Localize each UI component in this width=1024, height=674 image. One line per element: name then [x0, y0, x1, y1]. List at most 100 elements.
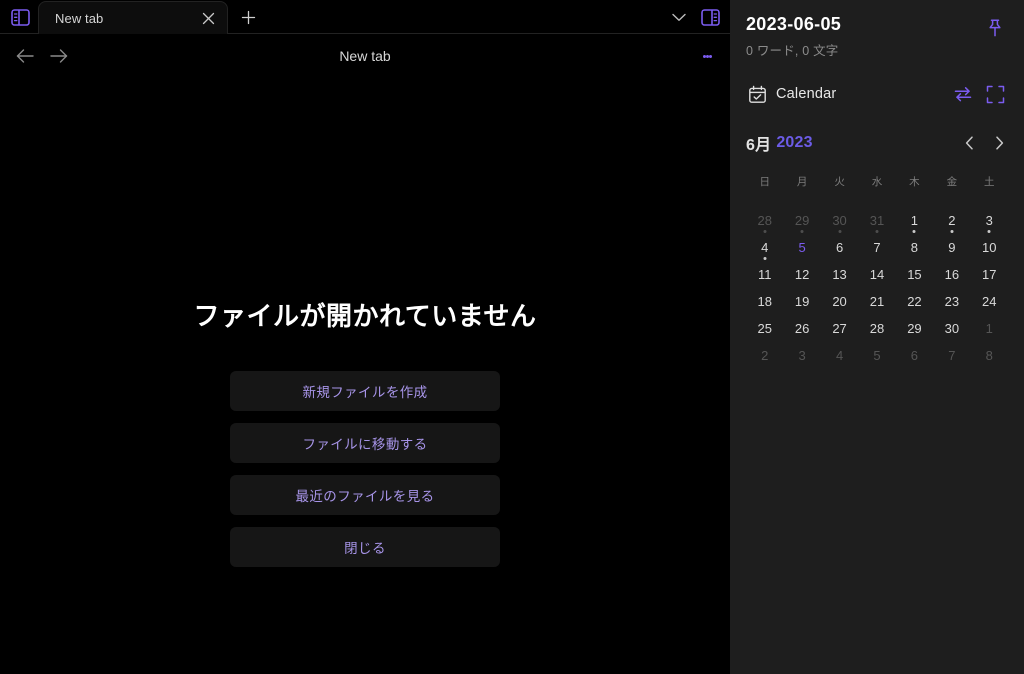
calendar-weekday: 月 [796, 175, 808, 188]
calendar-day-cell[interactable]: 27 [821, 315, 858, 342]
calendar-month-label: 6月 [746, 137, 772, 154]
expand-icon[interactable] [982, 81, 1008, 107]
calendar-day-cell[interactable]: 28 [746, 207, 783, 234]
calendar-day-number: 1 [910, 213, 919, 228]
calendar-day-cell[interactable]: 13 [821, 261, 858, 288]
calendar-day-cell[interactable]: 5 [858, 342, 895, 369]
calendar-day-cell[interactable]: 29 [896, 315, 933, 342]
calendar-day-number: 24 [982, 294, 997, 309]
calendar-day-number: 16 [944, 267, 960, 282]
chevron-left-icon[interactable] [960, 132, 978, 154]
calendar-day-cell[interactable]: 1 [896, 207, 933, 234]
calendar-day-cell[interactable]: 6 [896, 342, 933, 369]
calendar-day-cell[interactable]: 21 [858, 288, 895, 315]
calendar-day-dot [987, 230, 991, 233]
calendar-weekday: 金 [946, 175, 958, 188]
calendar-day-number: 11 [757, 267, 772, 282]
calendar-day-cell[interactable]: 6 [821, 234, 858, 261]
arrow-right-icon[interactable] [42, 39, 76, 73]
side-panel-header: 2023-06-05 0 ワード, 0 文字 [746, 14, 1008, 59]
go-to-file-button[interactable]: ファイルに移動する [230, 423, 500, 463]
calendar-day-cell[interactable]: 10 [971, 234, 1008, 261]
calendar-day-cell[interactable]: 9 [933, 234, 970, 261]
tab-title: New tab [55, 10, 104, 26]
calendar-nav [960, 132, 1008, 154]
calendar-day-cell[interactable]: 28 [858, 315, 895, 342]
calendar-day-cell[interactable]: 30 [933, 315, 970, 342]
calendar-year-label: 2023 [776, 134, 813, 151]
editor-toolbar: New tab [0, 34, 730, 78]
calendar-weekday: 土 [984, 175, 995, 188]
document-title: New tab [339, 48, 391, 64]
empty-state: ファイルが開かれていません 新規ファイルを作成 ファイルに移動する 最近のファイ… [0, 296, 730, 579]
calendar-day-cell[interactable]: 30 [821, 207, 858, 234]
side-panel-header-text: 2023-06-05 0 ワード, 0 文字 [746, 14, 982, 59]
calendar-day-cell[interactable]: 7 [933, 342, 970, 369]
calendar-day-cell[interactable]: 22 [896, 288, 933, 315]
browser-tab[interactable]: New tab [38, 1, 228, 34]
close-icon[interactable] [197, 7, 219, 29]
calendar-day-number: 10 [982, 240, 997, 255]
calendar-day-number: 20 [832, 294, 847, 309]
calendar-day-cell[interactable]: 25 [746, 315, 783, 342]
calendar-day-number: 22 [907, 294, 922, 309]
calendar-day-cell[interactable]: 15 [896, 261, 933, 288]
calendar-day-cell[interactable]: 8 [896, 234, 933, 261]
calendar-day-dot [763, 257, 767, 260]
calendar-day-cell[interactable]: 7 [858, 234, 895, 261]
tab-strip-actions [664, 3, 730, 31]
app-root: New tab New tab ファイルが開かれていません 新規ファイルを作成 … [0, 0, 1024, 674]
calendar-day-cell[interactable]: 26 [783, 315, 820, 342]
create-new-file-button[interactable]: 新規ファイルを作成 [230, 371, 500, 411]
calendar-day-number: 12 [794, 267, 810, 282]
sidebar-left-icon[interactable] [6, 3, 34, 31]
calendar-day-cell[interactable]: 31 [858, 207, 895, 234]
calendar-day-dot [800, 230, 804, 233]
calendar-day-cell[interactable]: 1 [971, 315, 1008, 342]
calendar-day-cell[interactable]: 19 [783, 288, 820, 315]
word-char-count: 0 ワード, 0 文字 [746, 44, 839, 58]
calendar-day-dot [763, 230, 767, 233]
calendar-day-number: 30 [944, 321, 960, 336]
calendar-weekday-row: 日月火水木金土 [746, 171, 1008, 191]
calendar-day-cell[interactable]: 3 [783, 342, 820, 369]
calendar-day-cell[interactable]: 14 [858, 261, 895, 288]
chevron-down-icon[interactable] [664, 3, 694, 31]
calendar-day-cell[interactable]: 16 [933, 261, 970, 288]
calendar-day-cell[interactable]: 4 [746, 234, 783, 261]
calendar-day-cell[interactable]: 17 [971, 261, 1008, 288]
calendar-day-cell[interactable]: 20 [821, 288, 858, 315]
calendar-month-header: 6月 2023 [746, 131, 1008, 155]
calendar-day-cell[interactable]: 5 [783, 234, 820, 261]
plus-icon[interactable] [234, 3, 262, 31]
arrow-left-icon[interactable] [8, 39, 42, 73]
close-button[interactable]: 閉じる [230, 527, 500, 567]
calendar-day-number: 9 [948, 240, 956, 255]
note-date: 2023-06-05 [746, 14, 842, 34]
calendar-day-cell[interactable]: 12 [783, 261, 820, 288]
pin-icon[interactable] [982, 15, 1008, 41]
calendar-day-cell[interactable]: 11 [746, 261, 783, 288]
calendar-day-cell[interactable]: 8 [971, 342, 1008, 369]
calendar-day-cell[interactable]: 24 [971, 288, 1008, 315]
calendar-weekday: 木 [909, 175, 920, 188]
calendar-day-cell[interactable]: 23 [933, 288, 970, 315]
calendar-day-cell[interactable]: 29 [783, 207, 820, 234]
swap-arrows-icon[interactable] [950, 81, 976, 107]
recent-files-button[interactable]: 最近のファイルを見る [230, 475, 500, 515]
chevron-right-icon[interactable] [990, 132, 1008, 154]
calendar-day-number: 8 [910, 240, 919, 255]
calendar-day-number: 29 [907, 321, 922, 336]
sidebar-right-icon[interactable] [696, 3, 724, 31]
calendar-day-cell[interactable]: 2 [746, 342, 783, 369]
calendar-day-cell[interactable]: 4 [821, 342, 858, 369]
calendar-day-number: 15 [907, 267, 922, 282]
calendar-day-cell[interactable]: 3 [971, 207, 1008, 234]
empty-state-title: ファイルが開かれていません [193, 301, 537, 331]
calendar-day-number: 26 [794, 321, 810, 336]
calendar-day-cell[interactable]: 2 [933, 207, 970, 234]
calendar-weekday: 火 [834, 175, 845, 188]
calendar-day-cell[interactable]: 18 [746, 288, 783, 315]
more-vertical-icon[interactable] [692, 41, 722, 71]
calendar-day-number: 14 [869, 267, 885, 282]
